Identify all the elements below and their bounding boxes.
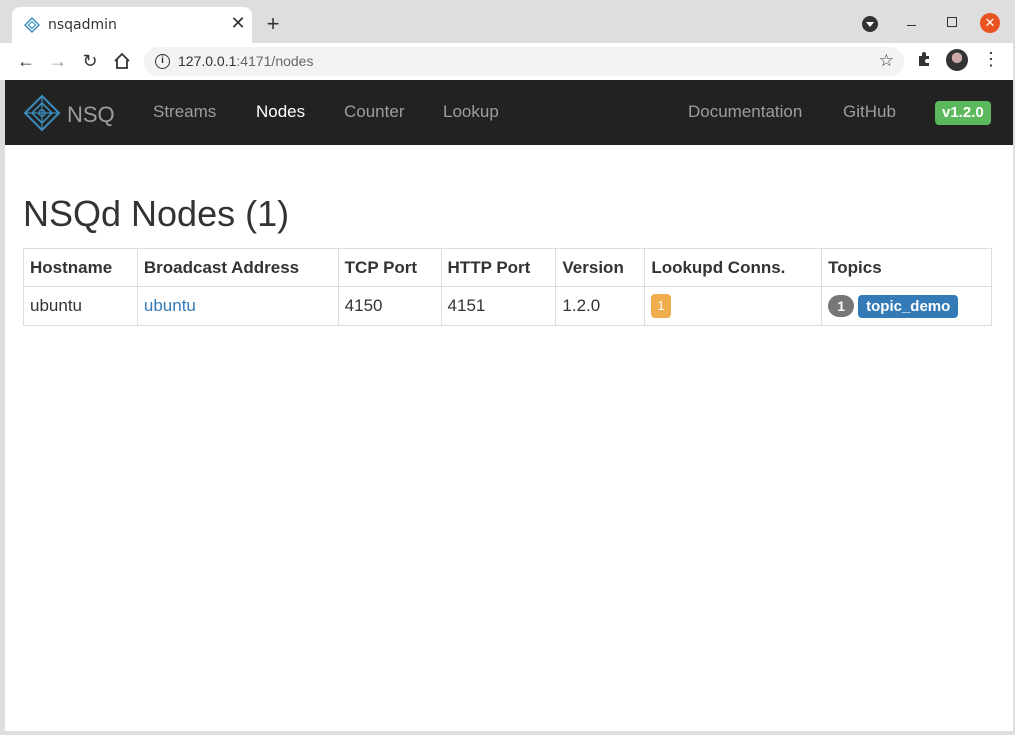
bookmark-star-icon[interactable]: ☆ xyxy=(879,51,894,71)
broadcast-address-link[interactable]: ubuntu xyxy=(144,296,196,315)
site-info-icon[interactable]: i xyxy=(155,54,170,69)
nsq-logo-icon xyxy=(23,94,61,132)
browser-toolbar: ← → ↻ i 127.0.0.1:4171/nodes ☆ ⋮ xyxy=(0,43,1015,80)
top-navbar: NSQ Streams Nodes Counter Lookup Documen… xyxy=(5,80,1013,145)
nav-lookup[interactable]: Lookup xyxy=(443,102,499,122)
nsq-favicon-icon xyxy=(24,17,40,33)
tab-search-dropdown-icon[interactable] xyxy=(862,16,878,32)
table-header-row: Hostname Broadcast Address TCP Port HTTP… xyxy=(23,248,992,287)
address-bar[interactable]: i 127.0.0.1:4171/nodes ☆ xyxy=(144,47,904,76)
profile-avatar[interactable] xyxy=(946,49,968,71)
cell-tcp-port: 4150 xyxy=(337,286,442,326)
reload-icon[interactable]: ↻ xyxy=(80,51,100,71)
brand-text: NSQ xyxy=(67,102,115,127)
browser-tab[interactable]: nsqadmin ✕ xyxy=(12,7,252,43)
minimize-window-icon[interactable] xyxy=(902,12,922,32)
col-version: Version xyxy=(555,248,646,287)
col-lookupd-conns: Lookupd Conns. xyxy=(644,248,823,287)
table-row: ubuntu ubuntu 4150 4151 1.2.0 1 1 topic_d… xyxy=(23,286,992,326)
new-tab-icon[interactable]: + xyxy=(262,13,284,35)
version-badge: v1.2.0 xyxy=(935,101,991,125)
col-broadcast-address: Broadcast Address xyxy=(136,248,339,287)
col-hostname: Hostname xyxy=(23,248,138,287)
nav-github[interactable]: GitHub xyxy=(843,102,896,122)
col-topics: Topics xyxy=(821,248,992,287)
close-window-icon[interactable]: ✕ xyxy=(980,13,1000,33)
extensions-puzzle-icon[interactable] xyxy=(916,50,934,68)
page-title: NSQd Nodes (1) xyxy=(23,193,290,234)
back-icon[interactable]: ← xyxy=(16,51,36,71)
nodes-table: Hostname Broadcast Address TCP Port HTTP… xyxy=(23,248,992,326)
topic-link[interactable]: topic_demo xyxy=(858,294,959,318)
topic-count-badge: 1 xyxy=(828,295,855,317)
cell-topics: 1 topic_demo xyxy=(821,286,992,326)
cell-hostname: ubuntu xyxy=(23,286,138,326)
col-http-port: HTTP Port xyxy=(440,248,557,287)
forward-icon[interactable]: → xyxy=(48,51,68,71)
home-icon[interactable] xyxy=(112,51,132,71)
nav-streams[interactable]: Streams xyxy=(153,102,216,122)
lookupd-conns-badge[interactable]: 1 xyxy=(651,294,671,318)
kebab-menu-icon[interactable]: ⋮ xyxy=(982,49,1000,69)
tab-title: nsqadmin xyxy=(48,17,117,33)
col-tcp-port: TCP Port xyxy=(337,248,442,287)
browser-tabstrip: nsqadmin ✕ + ✕ xyxy=(0,0,1015,43)
cell-lookupd-conns: 1 xyxy=(644,286,823,326)
cell-version: 1.2.0 xyxy=(555,286,646,326)
maximize-window-icon[interactable] xyxy=(942,12,962,32)
nav-nodes[interactable]: Nodes xyxy=(256,102,305,122)
nav-counter[interactable]: Counter xyxy=(344,102,404,122)
cell-broadcast-address: ubuntu xyxy=(136,286,339,326)
nav-documentation[interactable]: Documentation xyxy=(688,102,802,122)
cell-http-port: 4151 xyxy=(440,286,557,326)
url-text[interactable]: 127.0.0.1:4171/nodes xyxy=(178,53,313,69)
page-viewport: NSQ Streams Nodes Counter Lookup Documen… xyxy=(5,80,1013,731)
tab-close-icon[interactable]: ✕ xyxy=(228,13,248,33)
